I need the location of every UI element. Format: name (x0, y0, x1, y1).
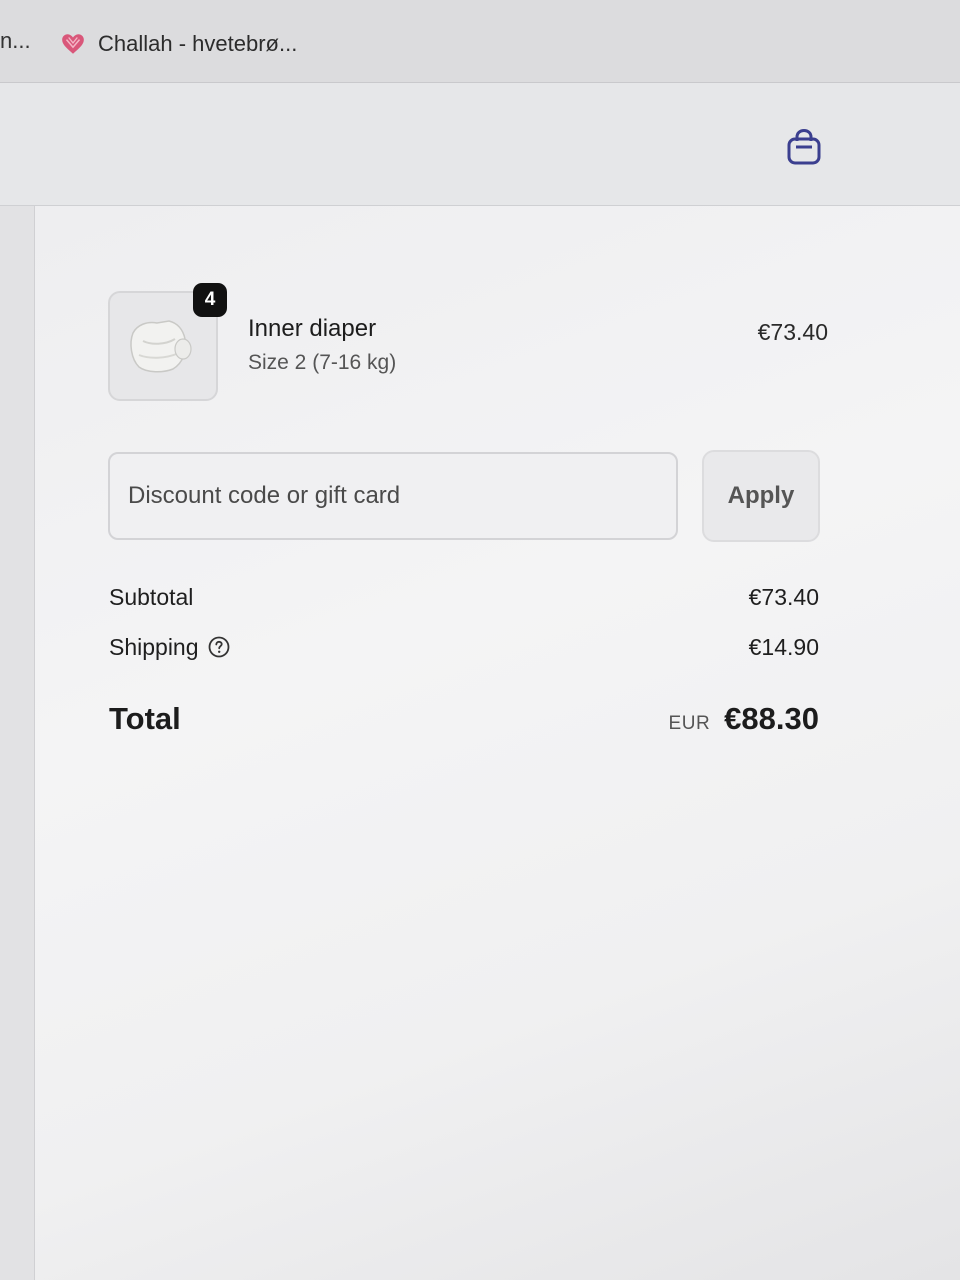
checkout-page: n... Challah - hvetebrø... 4 Inner diape… (0, 0, 960, 1280)
heart-favicon-icon (62, 34, 84, 54)
discount-code-input[interactable] (108, 452, 678, 540)
total-amount-group: EUR €88.30 (669, 701, 819, 737)
shipping-label: Shipping (109, 633, 199, 660)
bookmark-challah[interactable]: Challah - hvetebrø... (60, 26, 297, 62)
subtotal-label: Subtotal (109, 583, 194, 610)
product-name: Inner diaper (248, 315, 377, 342)
shipping-label-group: Shipping (109, 634, 231, 661)
shipping-row: Shipping €14.90 (109, 630, 819, 664)
question-circle-icon[interactable] (207, 635, 231, 659)
total-amount: €88.30 (724, 701, 819, 736)
shipping-value: €14.90 (748, 633, 819, 660)
main-column-edge (0, 206, 35, 1280)
quantity-badge: 4 (193, 283, 227, 317)
product-variant: Size 2 (7-16 kg) (248, 351, 397, 374)
total-label: Total (109, 701, 181, 736)
truncated-tab[interactable]: n... (0, 28, 31, 54)
subtotal-value: €73.40 (748, 583, 819, 610)
order-summary: 4 Inner diaper Size 2 (7-16 kg) €73.40 A… (35, 206, 960, 1280)
line-item: 4 Inner diaper Size 2 (7-16 kg) €73.40 (108, 283, 828, 406)
diaper-image-icon (130, 320, 192, 373)
subtotal-row: Subtotal €73.40 (109, 580, 819, 614)
shopping-bag-icon (787, 128, 821, 165)
cart-button[interactable] (780, 123, 828, 171)
product-price: €73.40 (757, 319, 828, 345)
bookmark-title: Challah - hvetebrø... (98, 31, 298, 56)
store-header (0, 83, 960, 206)
total-row: Total EUR €88.30 (109, 696, 819, 742)
currency-code: EUR (668, 713, 711, 734)
apply-discount-button[interactable]: Apply (702, 450, 820, 542)
bookmarks-bar: n... Challah - hvetebrø... (0, 0, 960, 83)
